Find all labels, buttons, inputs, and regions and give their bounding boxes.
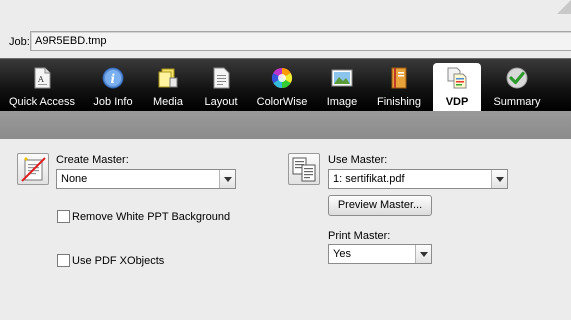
layout-icon <box>213 67 230 89</box>
create-master-button[interactable] <box>17 153 49 185</box>
finishing-icon <box>391 67 407 89</box>
tab-media[interactable]: Media <box>146 59 190 112</box>
use-master-label: Use Master: <box>328 154 388 166</box>
use-master-value: 1: sertifikat.pdf <box>333 173 405 185</box>
window-top-strip <box>0 0 571 27</box>
chevron-down-icon[interactable] <box>415 245 431 263</box>
job-row: Job: A9R5EBD.tmp <box>0 27 571 56</box>
create-master-value: None <box>61 173 88 185</box>
svg-text:A: A <box>37 75 44 84</box>
tab-toolbar: A Quick Access i Job Info Media Layout C… <box>0 58 571 112</box>
chevron-down-icon[interactable] <box>491 170 507 188</box>
tab-label: Summary <box>493 96 541 108</box>
tab-label: Image <box>326 96 358 108</box>
remove-white-ppt-label: Remove White PPT Background <box>72 211 231 223</box>
info-icon: i <box>102 67 124 89</box>
use-master-icon <box>292 157 316 182</box>
job-label: Job: <box>9 36 30 48</box>
section-header-bar <box>0 111 571 139</box>
tab-label: ColorWise <box>256 96 308 108</box>
tab-colorwise[interactable]: ColorWise <box>252 59 312 112</box>
tab-label: Job Info <box>93 96 133 108</box>
print-master-select[interactable]: Yes <box>328 244 432 264</box>
remove-white-ppt-checkbox[interactable] <box>57 210 70 223</box>
use-master-select[interactable]: 1: sertifikat.pdf <box>328 169 508 189</box>
vdp-panel: Create Master: None Remove White PPT Bac… <box>0 139 571 320</box>
vdp-icon <box>447 67 467 89</box>
use-master-button[interactable] <box>288 153 320 185</box>
svg-text:i: i <box>111 72 116 86</box>
job-name-field[interactable]: A9R5EBD.tmp <box>30 31 571 51</box>
print-master-label: Print Master: <box>328 230 391 242</box>
checkmark-icon <box>506 67 528 89</box>
tab-finishing[interactable]: Finishing <box>372 59 426 112</box>
create-master-select[interactable]: None <box>56 169 236 189</box>
chevron-down-icon[interactable] <box>219 170 235 188</box>
image-icon <box>331 69 353 87</box>
tab-label: Layout <box>204 96 238 108</box>
colorwheel-icon <box>271 67 293 89</box>
use-pdf-xobjects-label: Use PDF XObjects <box>72 255 165 267</box>
tab-summary[interactable]: Summary <box>488 59 546 112</box>
tab-label: Quick Access <box>8 96 76 108</box>
create-master-icon <box>21 157 46 182</box>
tab-job-info[interactable]: i Job Info <box>84 59 142 112</box>
document-icon: A <box>34 67 51 89</box>
tab-layout[interactable]: Layout <box>198 59 244 112</box>
media-icon <box>158 68 178 88</box>
tab-label: Finishing <box>376 96 422 108</box>
tab-quick-access[interactable]: A Quick Access <box>4 59 80 112</box>
tab-label: VDP <box>445 96 469 108</box>
preview-master-button[interactable]: Preview Master... <box>328 195 432 216</box>
tab-vdp[interactable]: VDP <box>433 63 481 112</box>
print-master-value: Yes <box>333 248 351 260</box>
tab-image[interactable]: Image <box>320 59 364 112</box>
tab-label: Media <box>153 96 183 108</box>
window-corner <box>557 0 571 14</box>
use-pdf-xobjects-checkbox[interactable] <box>57 254 70 267</box>
create-master-label: Create Master: <box>56 154 129 166</box>
